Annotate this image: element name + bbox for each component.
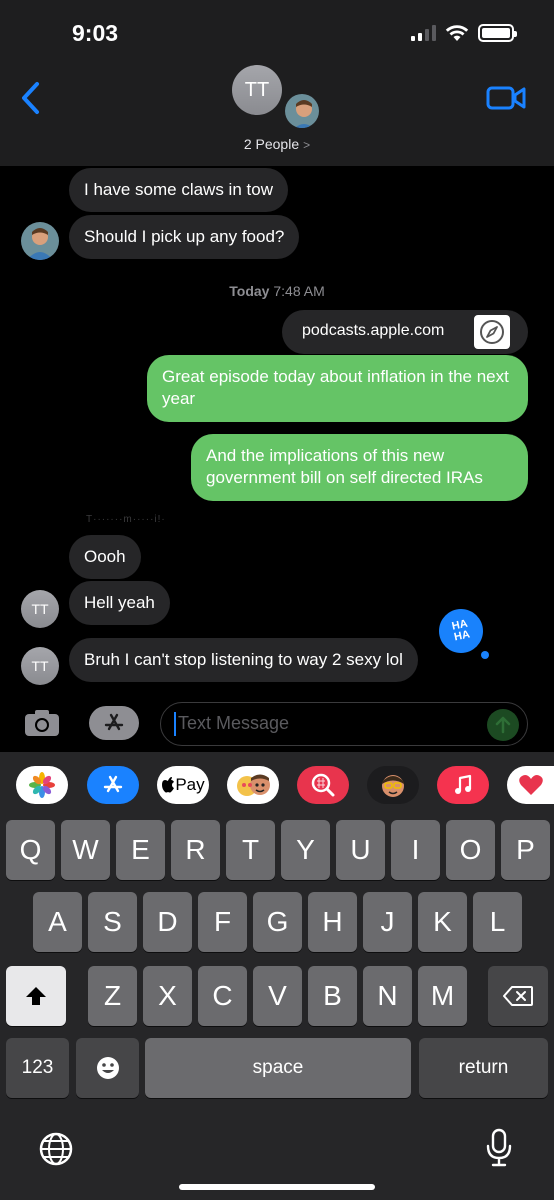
- key-d[interactable]: D: [143, 892, 192, 952]
- key-w[interactable]: W: [61, 820, 110, 880]
- app-store-app-icon[interactable]: [87, 766, 139, 804]
- shift-icon: [26, 987, 46, 1005]
- emoji-key[interactable]: [76, 1038, 139, 1098]
- key-n[interactable]: N: [363, 966, 412, 1026]
- key-x[interactable]: X: [143, 966, 192, 1026]
- images-search-app-icon[interactable]: [297, 766, 349, 804]
- sender-initials-avatar[interactable]: TT: [21, 590, 59, 628]
- key-m[interactable]: M: [418, 966, 467, 1026]
- sender-initials-avatar[interactable]: TT: [21, 647, 59, 685]
- sender-photo-avatar[interactable]: [21, 222, 59, 260]
- microphone-icon[interactable]: [484, 1128, 514, 1168]
- safari-compass-icon: [474, 315, 510, 349]
- key-h[interactable]: H: [308, 892, 357, 952]
- photos-app-icon[interactable]: [16, 766, 68, 804]
- message-placeholder: Text Message: [178, 713, 290, 733]
- timestamp-time: 7:48 AM: [273, 283, 325, 299]
- key-b[interactable]: B: [308, 966, 357, 1026]
- key-j[interactable]: J: [363, 892, 412, 952]
- chevron-right-icon: >: [303, 138, 311, 152]
- tapback-text-2: HA: [453, 628, 472, 644]
- home-indicator: [179, 1184, 375, 1190]
- key-s[interactable]: S: [88, 892, 137, 952]
- status-time: 9:03: [72, 20, 119, 46]
- haha-tapback-icon[interactable]: HA HA: [434, 604, 488, 658]
- text-cursor: [174, 712, 176, 736]
- music-app-icon[interactable]: [437, 766, 489, 804]
- key-u[interactable]: U: [336, 820, 385, 880]
- apple-logo-icon: [162, 777, 175, 793]
- apple-pay-label: Pay: [175, 775, 205, 794]
- video-call-icon[interactable]: [486, 84, 526, 112]
- faded-typing-text: T·······m·····i!·: [86, 514, 166, 525]
- send-arrow-icon: [495, 716, 511, 734]
- key-i[interactable]: I: [391, 820, 440, 880]
- message-bubble-incoming[interactable]: Oooh: [69, 535, 141, 579]
- key-q[interactable]: Q: [6, 820, 55, 880]
- key-o[interactable]: O: [446, 820, 495, 880]
- group-name-button[interactable]: 2 People >: [0, 136, 554, 152]
- memoji-stickers-app-icon[interactable]: [227, 766, 279, 804]
- app-store-drawer-button[interactable]: [89, 706, 139, 740]
- digital-touch-app-icon[interactable]: [507, 766, 554, 804]
- key-g[interactable]: G: [253, 892, 302, 952]
- apple-pay-app-icon[interactable]: Pay: [157, 766, 209, 804]
- numbers-key[interactable]: 123: [6, 1038, 69, 1098]
- back-chevron-icon[interactable]: [14, 78, 48, 118]
- shift-key[interactable]: [6, 966, 66, 1026]
- key-k[interactable]: K: [418, 892, 467, 952]
- key-v[interactable]: V: [253, 966, 302, 1026]
- backspace-icon: [503, 986, 533, 1006]
- memoji-app-icon[interactable]: [367, 766, 419, 804]
- message-bubble-incoming[interactable]: Should I pick up any food?: [69, 215, 300, 259]
- key-l[interactable]: L: [473, 892, 522, 952]
- message-bubble-incoming[interactable]: Hell yeah: [69, 581, 170, 625]
- send-button[interactable]: [487, 709, 519, 741]
- space-key[interactable]: space: [145, 1038, 411, 1098]
- key-z[interactable]: Z: [88, 966, 137, 1026]
- key-y[interactable]: Y: [281, 820, 330, 880]
- key-e[interactable]: E: [116, 820, 165, 880]
- emoji-icon: [96, 1057, 119, 1079]
- key-t[interactable]: T: [226, 820, 275, 880]
- camera-icon[interactable]: [22, 706, 62, 738]
- message-bubble-incoming[interactable]: I have some claws in tow: [69, 168, 288, 212]
- delete-key[interactable]: [488, 966, 548, 1026]
- member-photo-avatar[interactable]: [283, 92, 321, 130]
- link-domain: podcasts.apple.com: [302, 322, 445, 339]
- group-avatar[interactable]: TT: [232, 65, 282, 115]
- timestamp-day: Today: [229, 283, 270, 299]
- key-a[interactable]: A: [33, 892, 82, 952]
- message-bubble-outgoing[interactable]: Great episode today about inflation in t…: [147, 355, 528, 422]
- status-icons: [411, 24, 517, 42]
- key-r[interactable]: R: [171, 820, 220, 880]
- message-bubble-outgoing[interactable]: And the implications of this new governm…: [191, 434, 528, 501]
- message-bubble-incoming[interactable]: Bruh I can't stop listening to way 2 sex…: [69, 638, 418, 682]
- app-store-icon: [104, 713, 124, 731]
- key-c[interactable]: C: [198, 966, 247, 1026]
- wifi-icon: [445, 25, 469, 41]
- key-f[interactable]: F: [198, 892, 247, 952]
- tapback-tail: [481, 651, 489, 659]
- message-timestamp: Today 7:48 AM: [0, 283, 554, 299]
- battery-icon: [478, 24, 517, 42]
- key-p[interactable]: P: [501, 820, 550, 880]
- cellular-signal-icon: [411, 25, 436, 41]
- globe-icon[interactable]: [37, 1130, 75, 1168]
- group-name: 2 People: [243, 136, 300, 152]
- return-key[interactable]: return: [419, 1038, 548, 1098]
